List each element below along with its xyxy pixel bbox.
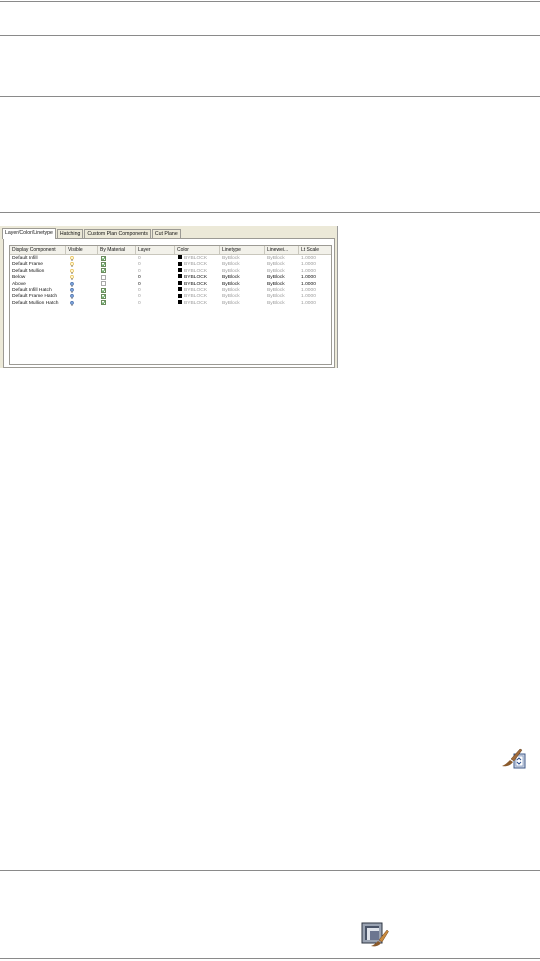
checkmark-icon xyxy=(101,294,106,299)
by-material-checkbox[interactable] xyxy=(101,274,106,280)
tab-layer-color-linetype[interactable]: Layer/Color/Linetype xyxy=(2,228,56,239)
checkmark-icon xyxy=(101,262,106,267)
section-rule-3 xyxy=(0,212,540,213)
by-material-checkbox[interactable] xyxy=(101,268,106,274)
column-header-linetype[interactable]: Linetype xyxy=(220,246,265,254)
lightbulb-on-icon[interactable] xyxy=(70,288,74,293)
grid-header: Display Component Visible By Material La… xyxy=(10,246,331,255)
display-properties-dialog: Layer/Color/Linetype Hatching Custom Pla… xyxy=(0,226,338,368)
color-swatch xyxy=(178,255,182,260)
color-label: BYBLOCK xyxy=(184,281,208,287)
lineweight-cell: ByBlock xyxy=(267,300,285,306)
by-material-checkbox[interactable] xyxy=(101,261,106,267)
display-component-cell: Default Mullion Hatch xyxy=(12,300,59,306)
by-material-checkbox[interactable] xyxy=(101,293,106,299)
column-header-lineweight[interactable]: Linewei... xyxy=(265,246,299,254)
color-swatch xyxy=(178,287,182,292)
lightbulb-off-icon[interactable] xyxy=(70,256,74,261)
by-material-checkbox[interactable] xyxy=(101,255,106,261)
edit-style-brush-icon xyxy=(361,922,389,947)
layer-cell: 0 xyxy=(138,300,141,306)
linetype-cell: ByBlock xyxy=(222,300,240,306)
color-swatch xyxy=(178,300,182,305)
column-header-visible[interactable]: Visible xyxy=(66,246,98,254)
checkmark-icon xyxy=(101,256,106,260)
lightbulb-on-icon[interactable] xyxy=(70,281,74,287)
lightbulb-off-icon[interactable] xyxy=(70,262,74,268)
color-cell: BYBLOCK xyxy=(178,300,207,307)
color-swatch xyxy=(178,293,182,298)
color-label: BYBLOCK xyxy=(184,262,208,268)
color-swatch xyxy=(178,280,182,285)
lightbulb-on-icon[interactable] xyxy=(70,300,74,306)
section-rule-2 xyxy=(0,96,540,97)
top-rule xyxy=(0,1,540,2)
color-label: BYBLOCK xyxy=(184,288,208,293)
display-component-grid: Display Component Visible By Material La… xyxy=(9,245,332,365)
lightbulb-off-icon[interactable] xyxy=(70,275,74,280)
column-header-by-material[interactable]: By Material xyxy=(98,246,136,254)
checkmark-icon xyxy=(101,288,106,292)
checkmark-icon xyxy=(101,269,106,273)
table-row[interactable]: Default Mullion Hatch 0 BYBLOCK ByBlock ByBl… xyxy=(10,300,331,307)
lightbulb-off-icon[interactable] xyxy=(70,268,74,274)
color-swatch xyxy=(178,261,182,266)
color-label: BYBLOCK xyxy=(184,300,208,306)
tab-panel: Display Component Visible By Material La… xyxy=(3,238,335,368)
lightbulb-on-icon[interactable] xyxy=(70,294,74,300)
color-label: BYBLOCK xyxy=(184,294,208,300)
color-swatch xyxy=(178,268,182,273)
color-label: BYBLOCK xyxy=(184,275,208,281)
section-rule-4 xyxy=(0,870,540,871)
by-material-checkbox[interactable] xyxy=(101,300,106,306)
column-header-lt-scale[interactable]: Lt Scale xyxy=(299,246,331,254)
checkmark-icon xyxy=(101,301,106,305)
column-header-display-component[interactable]: Display Component xyxy=(10,246,66,254)
bottom-rule xyxy=(0,958,540,959)
section-rule-1 xyxy=(0,35,540,36)
by-material-checkbox[interactable] xyxy=(101,281,106,287)
brush-display-icon xyxy=(502,748,526,769)
column-header-layer[interactable]: Layer xyxy=(136,246,175,254)
color-label: BYBLOCK xyxy=(184,256,208,261)
color-swatch xyxy=(178,274,182,279)
color-label: BYBLOCK xyxy=(184,268,208,274)
by-material-checkbox[interactable] xyxy=(101,287,106,293)
lt-scale-cell: 1.0000 xyxy=(301,300,316,306)
column-header-color[interactable]: Color xyxy=(175,246,220,254)
